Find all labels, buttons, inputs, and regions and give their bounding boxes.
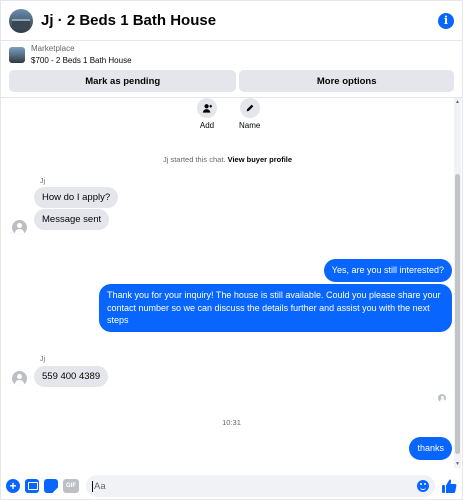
message-bubble-incoming[interactable]: How do I apply?: [34, 187, 119, 208]
quick-actions: Add Name: [197, 98, 260, 130]
name-action[interactable]: Name: [239, 98, 260, 130]
chat-header: Jj · 2 Beds 1 Bath House i: [1, 1, 462, 41]
photo-icon[interactable]: [25, 479, 39, 493]
pencil-icon[interactable]: [239, 98, 260, 118]
text-caret: [92, 480, 93, 492]
marketplace-label: Marketplace: [31, 44, 75, 53]
chat-started-text: Jj started this chat.: [162, 155, 226, 164]
thumbs-up-icon[interactable]: [441, 478, 457, 494]
scroll-up-arrow-icon[interactable]: ▲: [455, 99, 460, 105]
message-bubble-incoming[interactable]: 559 400 4389: [34, 366, 109, 387]
view-buyer-profile-link[interactable]: View buyer profile: [228, 155, 292, 164]
sender-name: Jj: [40, 356, 46, 363]
scroll-down-arrow-icon[interactable]: ▼: [455, 461, 460, 467]
name-label: Name: [239, 121, 261, 130]
mark-as-pending-button[interactable]: Mark as pending: [9, 70, 237, 92]
listing-avatar[interactable]: [9, 8, 33, 33]
listing-card: Marketplace $700 - 2 Beds 1 Bath House M…: [1, 42, 462, 98]
more-options-button[interactable]: More options: [239, 70, 454, 92]
message-composer: + GIF Aa: [1, 471, 462, 500]
message-input[interactable]: Aa: [86, 475, 435, 497]
chat-scrollbar[interactable]: ▲ ▼: [454, 98, 461, 468]
message-list: Add Name Jj started this chat. View buye…: [1, 98, 462, 468]
scroll-thumb[interactable]: [455, 174, 460, 454]
listing-subtitle: $700 - 2 Beds 1 Bath House: [31, 56, 132, 65]
info-icon[interactable]: i: [438, 12, 454, 29]
sender-name: Jj: [40, 178, 46, 185]
add-person-icon[interactable]: [197, 98, 217, 118]
chat-window: Jj · 2 Beds 1 Bath House i Marketplace $…: [0, 0, 463, 500]
message-bubble-incoming[interactable]: Message sent: [34, 209, 110, 230]
gif-icon[interactable]: GIF: [63, 479, 79, 493]
buyer-avatar[interactable]: [12, 220, 27, 235]
chat-started-notice: Jj started this chat. View buyer profile: [1, 155, 454, 164]
message-bubble-outgoing[interactable]: Thank you for your inquiry! The house is…: [99, 284, 452, 332]
message-placeholder: Aa: [94, 480, 106, 492]
chat-title[interactable]: Jj · 2 Beds 1 Bath House: [41, 12, 438, 29]
sticker-icon[interactable]: [44, 479, 58, 493]
listing-thumbnail: [9, 47, 25, 63]
add-label: Add: [199, 121, 215, 130]
seen-indicator-avatar: [438, 394, 446, 402]
add-action[interactable]: Add: [197, 98, 217, 130]
plus-icon[interactable]: +: [6, 479, 20, 493]
listing-summary[interactable]: Marketplace $700 - 2 Beds 1 Bath House: [9, 42, 454, 68]
message-bubble-outgoing[interactable]: Yes, are you still interested?: [323, 259, 452, 282]
buyer-avatar[interactable]: [12, 371, 27, 386]
message-timestamp: 10:31: [222, 418, 241, 427]
message-bubble-outgoing[interactable]: thanks: [409, 437, 452, 460]
emoji-icon[interactable]: [417, 480, 429, 492]
